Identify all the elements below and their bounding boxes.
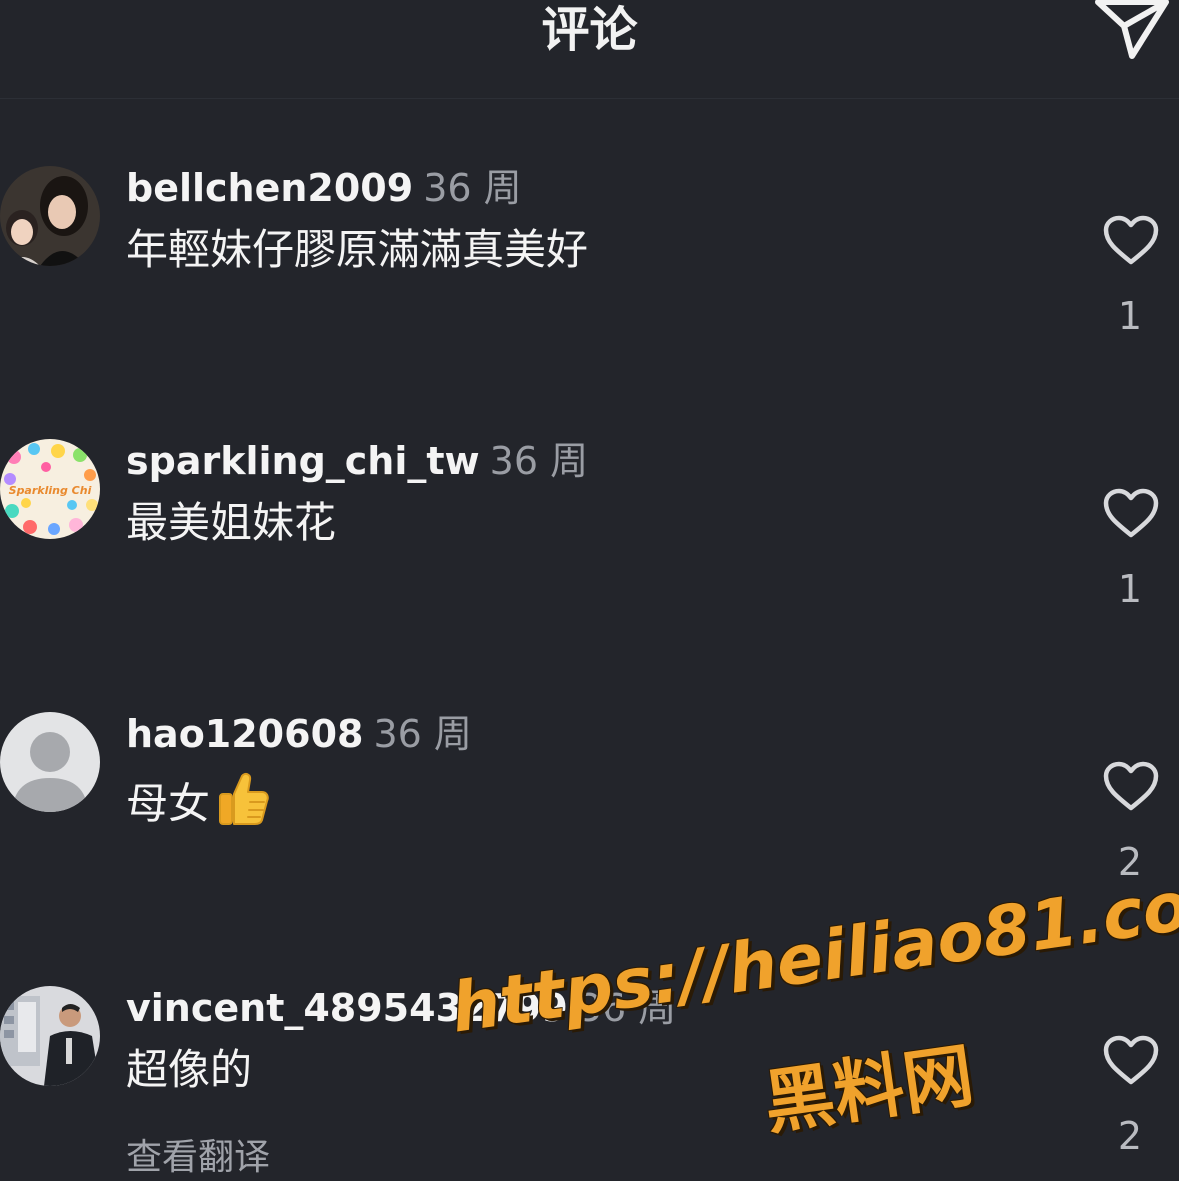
comment-time: 36 周 <box>577 986 677 1030</box>
username[interactable]: hao120608 <box>126 712 363 756</box>
comment-text: 最美姐妹花 <box>126 498 337 547</box>
comment-text-body: 母女 <box>126 779 211 828</box>
comment-time: 36 周 <box>423 166 522 210</box>
photo-avatar-icon <box>0 166 100 266</box>
page-title: 评论 <box>541 2 638 58</box>
username[interactable]: bellchen2009 <box>126 166 413 210</box>
comment-meta: bellchen2009 36 周 <box>126 166 522 210</box>
comment-meta: vincent_4895432799 36 周 <box>126 986 676 1030</box>
header-bar: 评论 <box>0 0 1179 99</box>
comment-text: 母女 <box>126 770 270 830</box>
username[interactable]: sparkling_chi_tw <box>126 439 480 483</box>
like-count: 1 <box>1117 294 1143 338</box>
comment-meta: sparkling_chi_tw 36 周 <box>126 439 588 483</box>
avatar[interactable] <box>0 166 100 266</box>
heart-icon[interactable] <box>1102 1034 1160 1086</box>
comment-time: 36 周 <box>373 712 472 756</box>
watermark-label: 黑料网 <box>759 1034 979 1145</box>
like-count: 2 <box>1117 840 1143 884</box>
avatar[interactable] <box>0 712 100 812</box>
see-translation-link[interactable]: 查看翻译 <box>126 1136 270 1180</box>
default-user-icon <box>0 712 100 812</box>
photo-avatar-icon <box>0 986 100 1086</box>
heart-icon[interactable] <box>1102 760 1160 812</box>
like-count: 2 <box>1117 1114 1143 1158</box>
watermark: https://heiliao81.com 黑料网 <box>447 857 1179 1160</box>
username[interactable]: vincent_4895432799 <box>126 986 568 1030</box>
comment-text: 超像的 <box>126 1045 253 1094</box>
comment-meta: hao120608 36 周 <box>126 712 472 756</box>
avatar[interactable]: Sparkling Chi <box>0 439 100 539</box>
comment-text: 年輕妹仔膠原滿滿真美好 <box>126 225 589 274</box>
heart-icon[interactable] <box>1102 487 1160 539</box>
thumbs-up-icon <box>219 772 269 825</box>
sparkling-chi-logo-icon: Sparkling Chi <box>0 439 100 539</box>
like-count: 1 <box>1117 567 1143 611</box>
avatar-logo-text: Sparkling Chi <box>9 484 92 497</box>
send-icon[interactable] <box>1092 0 1172 64</box>
avatar[interactable] <box>0 986 100 1086</box>
heart-icon[interactable] <box>1102 214 1160 266</box>
comment-time: 36 周 <box>489 439 589 483</box>
